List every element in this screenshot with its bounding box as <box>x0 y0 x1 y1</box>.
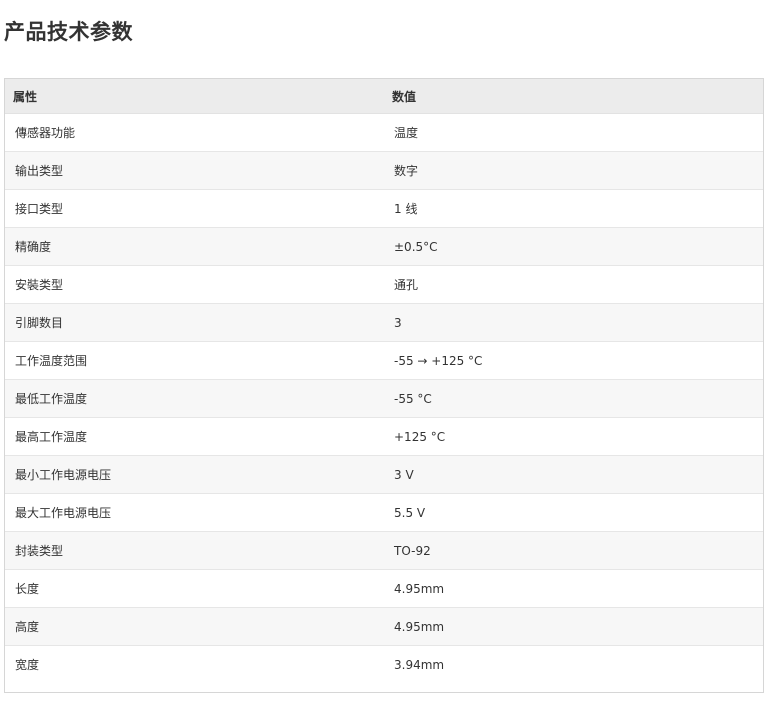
row-attribute: 输出类型 <box>5 151 384 190</box>
row-attribute: 最小工作电源电压 <box>5 455 384 494</box>
row-value: 3.94mm <box>384 645 763 683</box>
row-attribute: 高度 <box>5 607 384 646</box>
row-attribute: 工作温度范围 <box>5 341 384 380</box>
row-value: 3 <box>384 303 763 342</box>
row-attribute: 最大工作电源电压 <box>5 493 384 532</box>
row-value: 数字 <box>384 151 763 190</box>
table-row: 最小工作电源电压 3 V <box>5 455 763 494</box>
row-attribute: 最高工作温度 <box>5 417 384 456</box>
row-value: 通孔 <box>384 265 763 304</box>
row-attribute: 长度 <box>5 569 384 608</box>
row-value: 4.95mm <box>384 607 763 646</box>
table-row: 封装类型 TO-92 <box>5 531 763 570</box>
header-value: 数值 <box>384 79 763 114</box>
table-row: 输出类型 数字 <box>5 151 763 190</box>
row-value: ±0.5°C <box>384 227 763 266</box>
table-row: 接口类型 1 线 <box>5 189 763 228</box>
row-value: 1 线 <box>384 189 763 228</box>
page: 产品技术参数 属性 数值 傳感器功能 温度 输出类型 数字 接口类型 1 线 精… <box>0 0 771 704</box>
row-value: +125 °C <box>384 417 763 456</box>
table-row: 傳感器功能 温度 <box>5 113 763 152</box>
row-attribute: 安裝类型 <box>5 265 384 304</box>
row-attribute: 傳感器功能 <box>5 113 384 152</box>
row-value: 4.95mm <box>384 569 763 608</box>
table-row: 最低工作温度 -55 °C <box>5 379 763 418</box>
row-attribute: 封装类型 <box>5 531 384 570</box>
table-row: 工作温度范围 -55 → +125 °C <box>5 341 763 380</box>
row-attribute: 精确度 <box>5 227 384 266</box>
row-value: 5.5 V <box>384 493 763 532</box>
table-header-row: 属性 数值 <box>5 79 763 114</box>
row-attribute: 引脚数目 <box>5 303 384 342</box>
table-row: 长度 4.95mm <box>5 569 763 608</box>
table-row: 宽度 3.94mm <box>5 645 763 683</box>
row-value: 温度 <box>384 113 763 152</box>
row-value: -55 °C <box>384 379 763 418</box>
table-row: 精确度 ±0.5°C <box>5 227 763 266</box>
row-value: TO-92 <box>384 531 763 570</box>
table-row: 安裝类型 通孔 <box>5 265 763 304</box>
spec-table-container: 属性 数值 傳感器功能 温度 输出类型 数字 接口类型 1 线 精确度 ±0.5… <box>4 78 764 693</box>
table-row: 高度 4.95mm <box>5 607 763 646</box>
row-attribute: 接口类型 <box>5 189 384 228</box>
row-attribute: 最低工作温度 <box>5 379 384 418</box>
row-value: 3 V <box>384 455 763 494</box>
table-row: 最高工作温度 +125 °C <box>5 417 763 456</box>
page-title: 产品技术参数 <box>4 20 133 44</box>
table-row: 引脚数目 3 <box>5 303 763 342</box>
header-attribute: 属性 <box>5 79 384 114</box>
row-value: -55 → +125 °C <box>384 341 763 380</box>
row-attribute: 宽度 <box>5 645 384 683</box>
spec-table: 属性 数值 傳感器功能 温度 输出类型 数字 接口类型 1 线 精确度 ±0.5… <box>5 79 763 683</box>
table-row: 最大工作电源电压 5.5 V <box>5 493 763 532</box>
